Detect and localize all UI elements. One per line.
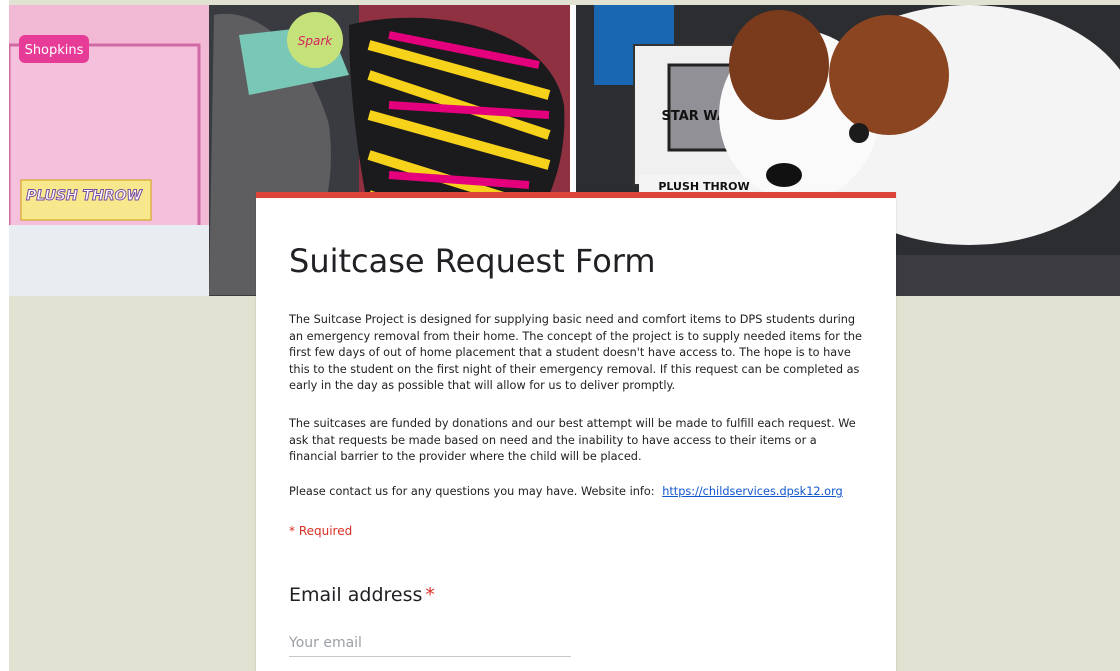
- shopkins-text: Shopkins: [25, 43, 84, 58]
- form-description-paragraph-2: The suitcases are funded by donations an…: [289, 417, 856, 464]
- left-edge: [0, 0, 9, 671]
- email-input[interactable]: [289, 630, 571, 657]
- required-note: * Required: [289, 524, 353, 538]
- left-plush-throw-text: PLUSH THROW: [26, 188, 142, 204]
- contact-text: Please contact us for any questions you …: [289, 485, 655, 498]
- required-asterisk: *: [425, 584, 435, 606]
- email-label-text: Email address: [289, 584, 423, 606]
- form-description-paragraph-1: The Suitcase Project is designed for sup…: [289, 313, 862, 393]
- form-description-paragraph-3: Please contact us for any questions you …: [289, 484, 864, 501]
- website-link[interactable]: https://childservices.dpsk12.org: [662, 485, 843, 498]
- email-question-label: Email address *: [289, 584, 435, 606]
- spark-tag-text: Spark: [298, 34, 334, 48]
- form-card: Suitcase Request Form The Suitcase Proje…: [256, 192, 896, 671]
- form-title: Suitcase Request Form: [289, 242, 656, 280]
- page: Shopkins PLUSH THROW Spark STAR WARS PLU…: [0, 0, 1120, 671]
